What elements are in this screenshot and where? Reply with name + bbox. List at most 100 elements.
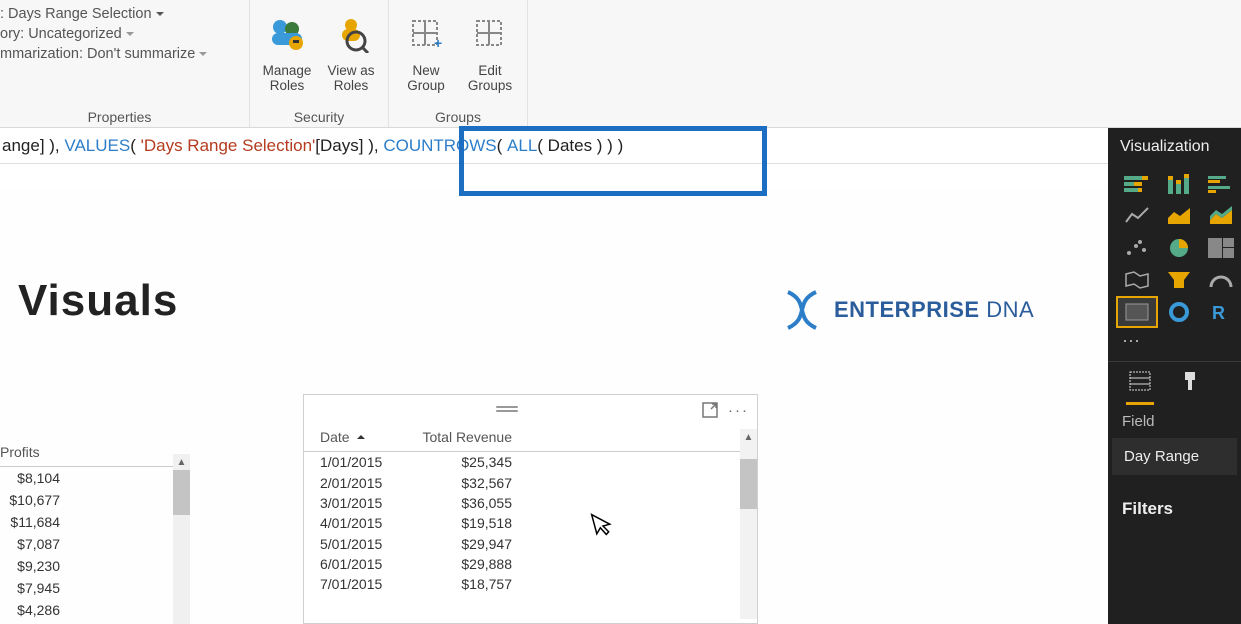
- tab-fields[interactable]: [1128, 370, 1152, 397]
- table-row: 4/01/2015$19,518: [304, 513, 757, 533]
- new-group-icon: +: [407, 15, 445, 53]
- prop-header-table[interactable]: : Days Range Selection: [0, 4, 239, 24]
- brand-text-b: DNA: [980, 297, 1035, 322]
- table-row: 7/01/2015$18,757: [304, 574, 757, 594]
- brand-text-a: ENTERPRISE: [834, 297, 980, 322]
- manage-roles-l1: Manage: [263, 64, 312, 79]
- visualization-types-grid: R: [1108, 170, 1241, 326]
- new-group-l1: New: [412, 64, 439, 79]
- revenue-visual[interactable]: ··· Date Total Revenue 1/01/2015$25,345 …: [303, 394, 758, 624]
- prop-summarization[interactable]: mmarization: Don't summarize: [0, 44, 239, 64]
- viz-treemap-icon[interactable]: [1202, 234, 1240, 262]
- chevron-down-icon: [125, 30, 135, 38]
- revenue-scroll-thumb[interactable]: [740, 459, 757, 509]
- field-well-label: Field: [1108, 401, 1241, 436]
- viz-more-icon[interactable]: ···: [1108, 326, 1241, 361]
- brand-logo: ENTERPRISE DNA: [780, 288, 1034, 332]
- profits-visual[interactable]: Profits $8,104 $10,677 $11,684 $7,087 $9…: [0, 440, 190, 621]
- prop-category[interactable]: ory: Uncategorized: [0, 24, 239, 44]
- table-row: 2/01/2015$32,567: [304, 472, 757, 492]
- viz-line-icon[interactable]: [1118, 202, 1156, 230]
- cell-value: $29,947: [412, 536, 512, 552]
- cell-value: $25,345: [412, 454, 512, 470]
- focus-mode-icon[interactable]: [702, 402, 718, 418]
- table-row: $7,087: [0, 533, 190, 555]
- more-options-icon[interactable]: ···: [728, 402, 749, 419]
- formula-bar[interactable]: ange] ), VALUES ( 'Days Range Selection'…: [0, 128, 1241, 164]
- prop-summarization-label: mmarization: Don't summarize: [0, 46, 195, 62]
- cell-value: $19,518: [412, 515, 512, 531]
- viz-r-script-icon[interactable]: R: [1202, 298, 1240, 326]
- view-as-icon: [332, 15, 370, 53]
- viz-stacked-area-icon[interactable]: [1202, 202, 1240, 230]
- viz-pie-icon[interactable]: [1160, 234, 1198, 262]
- cell-value: $32,567: [412, 475, 512, 491]
- formula-string-1: 'Days Range Selection': [141, 136, 316, 156]
- revenue-scrollbar[interactable]: ▲: [740, 429, 757, 619]
- formula-fn-countrows: COUNTROWS: [383, 136, 496, 156]
- report-canvas: Visuals ENTERPRISE DNA Profits $8,104 $1…: [0, 188, 1108, 624]
- viz-area-icon[interactable]: [1160, 202, 1198, 230]
- ribbon-group-security: Manage Roles View as Roles Security: [250, 0, 389, 127]
- ribbon-group-label-security: Security: [260, 109, 378, 125]
- field-well-value[interactable]: Day Range: [1112, 438, 1237, 475]
- viz-donut-icon[interactable]: [1160, 298, 1198, 326]
- table-row: $7,945: [0, 577, 190, 599]
- ribbon-group-properties: : Days Range Selection ory: Uncategorize…: [0, 0, 250, 127]
- scroll-up-icon[interactable]: ▲: [740, 429, 757, 446]
- formula-text-1: ange] ),: [2, 136, 64, 156]
- cell-date: 6/01/2015: [320, 556, 412, 572]
- view-as-l2: Roles: [334, 79, 369, 94]
- cell-date: 3/01/2015: [320, 495, 412, 511]
- viz-gauge-icon[interactable]: [1202, 266, 1240, 294]
- table-row: 5/01/2015$29,947: [304, 534, 757, 554]
- viz-stacked-column-icon[interactable]: [1160, 170, 1198, 198]
- manage-roles-l2: Roles: [270, 79, 305, 94]
- revenue-header-total[interactable]: Total Revenue: [412, 429, 512, 445]
- viz-scatter-icon[interactable]: [1118, 234, 1156, 262]
- fields-tab-icon: [1128, 370, 1152, 392]
- ribbon-group-label-groups: Groups: [399, 109, 517, 125]
- revenue-header-date[interactable]: Date: [320, 429, 412, 445]
- formula-text-5: ( Dates ) ) ): [537, 136, 623, 156]
- cell-date: 2/01/2015: [320, 475, 412, 491]
- chevron-down-icon: [155, 10, 165, 18]
- profits-scroll-thumb[interactable]: [173, 470, 190, 515]
- viz-stacked-bar-icon[interactable]: [1118, 170, 1156, 198]
- cell-date: 1/01/2015: [320, 454, 412, 470]
- revenue-rows: 1/01/2015$25,345 2/01/2015$32,567 3/01/2…: [304, 452, 757, 595]
- cell-value: $29,888: [412, 556, 512, 572]
- chevron-down-icon: [198, 50, 208, 58]
- pane-tabs: [1108, 361, 1241, 401]
- new-group-l2: Group: [407, 79, 445, 94]
- drag-handle-icon[interactable]: [496, 406, 518, 414]
- ribbon-group-label-properties: Properties: [0, 109, 239, 125]
- manage-roles-button[interactable]: Manage Roles: [260, 4, 314, 94]
- svg-text:+: +: [434, 35, 442, 51]
- viz-funnel-icon[interactable]: [1160, 266, 1198, 294]
- new-group-button[interactable]: + New Group: [399, 4, 453, 94]
- manage-roles-icon: [268, 15, 306, 53]
- svg-text:R: R: [1212, 303, 1225, 322]
- viz-card-icon[interactable]: [1118, 298, 1156, 326]
- scroll-up-icon[interactable]: ▲: [173, 454, 190, 471]
- format-tab-icon: [1178, 370, 1202, 392]
- cell-value: $36,055: [412, 495, 512, 511]
- viz-clustered-bar-icon[interactable]: [1202, 170, 1240, 198]
- edit-groups-icon: [471, 15, 509, 53]
- formula-text-4: (: [497, 136, 507, 156]
- viz-map-icon[interactable]: [1118, 266, 1156, 294]
- view-as-roles-button[interactable]: View as Roles: [324, 4, 378, 94]
- cell-date: 5/01/2015: [320, 536, 412, 552]
- cell-date: 4/01/2015: [320, 515, 412, 531]
- formula-fn-all: ALL: [507, 136, 537, 156]
- dna-icon: [780, 288, 824, 332]
- ribbon-group-groups: + New Group Edit Groups Groups: [389, 0, 528, 127]
- prop-header-label: : Days Range Selection: [0, 6, 152, 22]
- sort-asc-icon: [356, 433, 366, 441]
- edit-groups-button[interactable]: Edit Groups: [463, 4, 517, 94]
- table-row: $9,230: [0, 555, 190, 577]
- revenue-header-row: Date Total Revenue: [304, 425, 757, 452]
- tab-format[interactable]: [1178, 370, 1202, 397]
- formula-text-2: (: [130, 136, 140, 156]
